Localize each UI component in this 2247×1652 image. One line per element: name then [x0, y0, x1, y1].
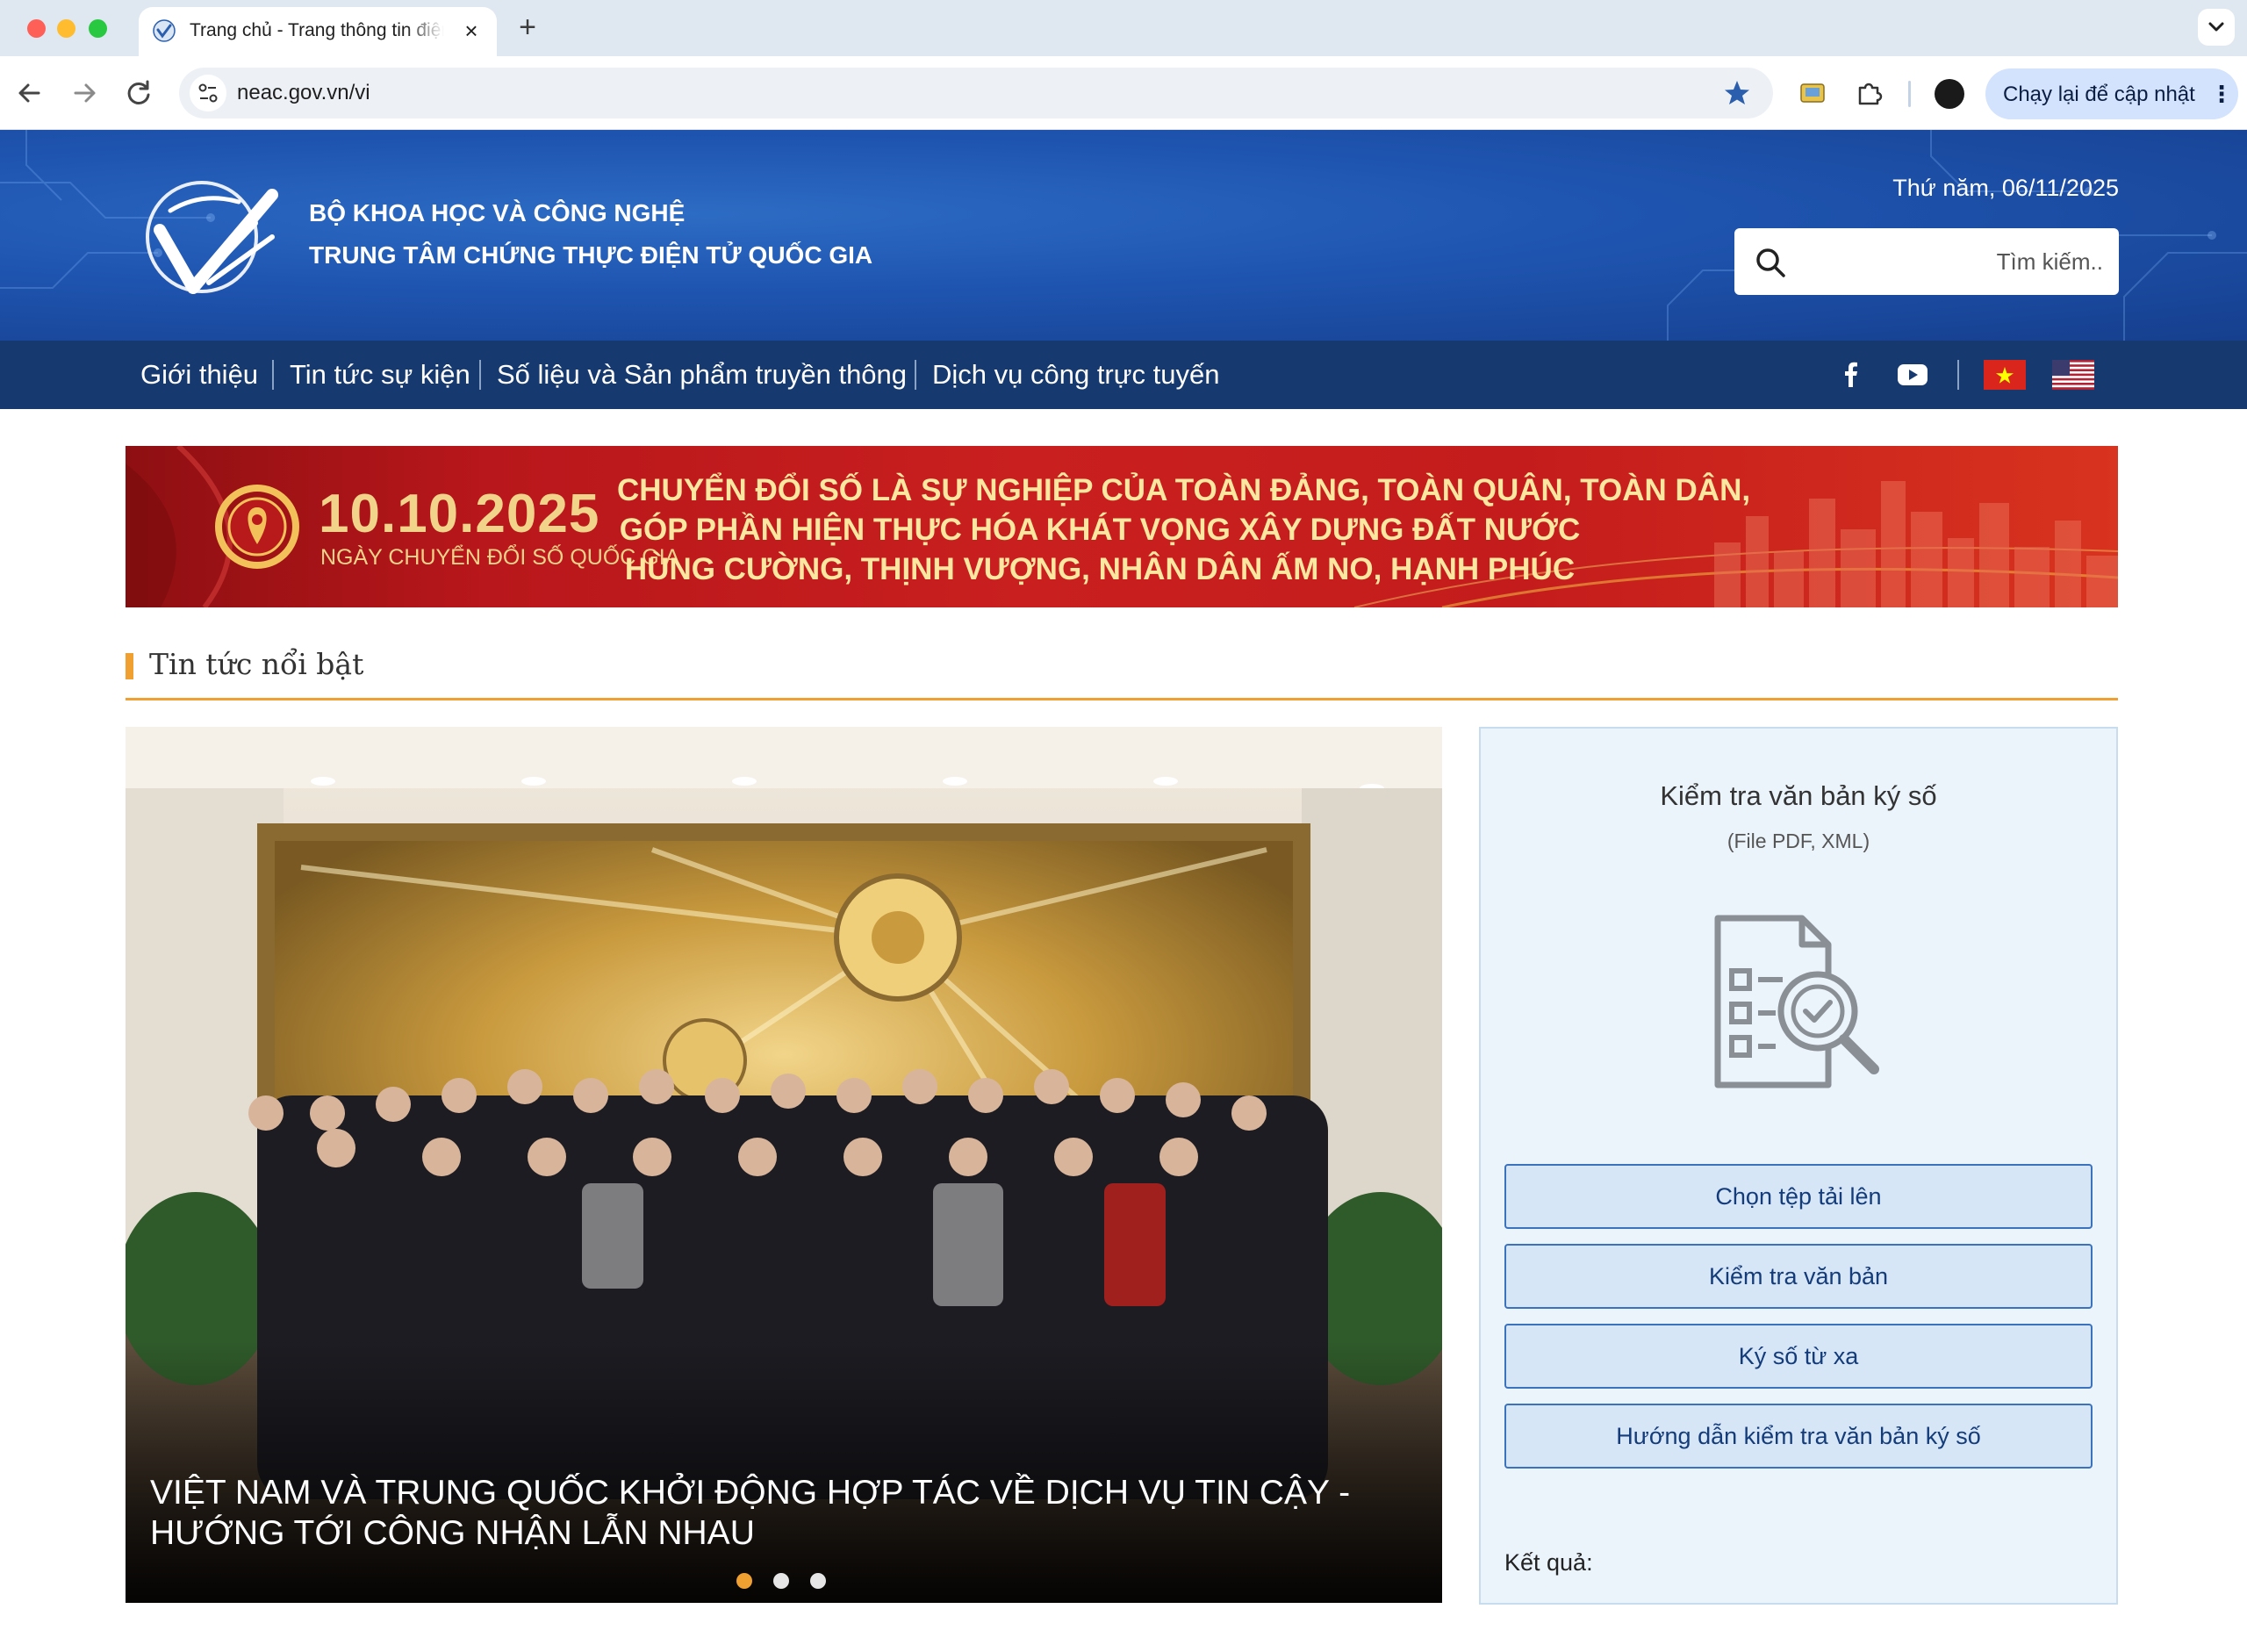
panel-title: Kiểm tra văn bản ký số	[1660, 780, 1937, 811]
tab-title: Trang chủ - Trang thông tin điện tử	[190, 20, 444, 40]
extension-icon[interactable]	[1796, 77, 1829, 111]
search-icon[interactable]	[1754, 246, 1787, 279]
section-accent-bar	[126, 653, 133, 679]
forward-arrow-icon[interactable]	[65, 74, 104, 112]
featured-news-caption[interactable]: VIỆT NAM VÀ TRUNG QUỐC KHỞI ĐỘNG HỢP TÁC…	[150, 1473, 1414, 1554]
vietnam-flag-icon[interactable]	[1984, 360, 2026, 390]
check-guide-button[interactable]: Hướng dẫn kiểm tra văn bản ký số	[1504, 1404, 2093, 1469]
site-info-button[interactable]	[190, 75, 226, 111]
org-name-center: TRUNG TÂM CHỨNG THỰC ĐIỆN TỬ QUỐC GIA	[309, 241, 873, 269]
close-window-button[interactable]	[27, 19, 46, 38]
section-title-featured-news: Tin tức nổi bật	[149, 647, 364, 681]
city-skyline-graphic	[1714, 481, 2118, 607]
nav-item-so-lieu[interactable]: Số liệu và Sản phẩm truyền thông	[497, 358, 907, 391]
browser-tab-active[interactable]: Trang chủ - Trang thông tin điện tử ×	[139, 7, 497, 56]
maximize-window-button[interactable]	[89, 19, 107, 38]
banner-slogan-line-2: GÓP PHẦN HIỆN THỰC HÓA KHÁT VỌNG XÂY DỰN…	[619, 513, 1581, 547]
digital-transformation-banner[interactable]: 10.10.2025 NGÀY CHUYỂN ĐỔI SỐ QUỐC GIA C…	[126, 446, 2118, 607]
national-digital-day-emblem	[215, 485, 299, 569]
facebook-icon[interactable]	[1834, 358, 1868, 391]
section-divider	[126, 698, 2118, 700]
digital-signature-check-panel: Kiểm tra văn bản ký số (File PDF, XML) C…	[1479, 727, 2118, 1605]
nav-separator	[915, 360, 916, 390]
close-tab-icon[interactable]: ×	[458, 18, 485, 44]
main-navigation: Giới thiệu Tin tức sự kiện Số liệu và Sả…	[0, 341, 2247, 409]
neac-logo-icon	[153, 19, 176, 42]
featured-news-photo	[126, 727, 1442, 1603]
more-options-icon[interactable]: ⋮	[2210, 81, 2233, 107]
current-date: Thứ năm, 06/11/2025	[1892, 175, 2119, 201]
search-input[interactable]	[1801, 241, 2103, 283]
bookmark-star-icon[interactable]	[1722, 78, 1752, 108]
url-text: neac.gov.vn/vi	[237, 81, 370, 104]
nav-item-gioi-thieu[interactable]: Giới thiệu	[140, 358, 258, 391]
browser-tabstrip: Trang chủ - Trang thông tin điện tử × +	[0, 0, 2247, 56]
nav-separator	[1957, 360, 1959, 390]
toolbar-divider	[1908, 81, 1911, 107]
new-tab-icon[interactable]: +	[511, 11, 544, 44]
update-button-label: Chạy lại để cập nhật	[2003, 83, 2195, 106]
tab-search-button[interactable]	[2198, 9, 2235, 46]
nav-separator	[479, 360, 481, 390]
reload-icon[interactable]	[119, 74, 158, 112]
banner-slogan-line-3: HÙNG CƯỜNG, THỊNH VƯỢNG, NHÂN DÂN ẤM NO,…	[624, 552, 1576, 586]
puzzle-extensions-icon[interactable]	[1852, 77, 1885, 111]
update-relaunch-button[interactable]: Chạy lại để cập nhật ⋮	[1985, 68, 2238, 119]
choose-file-button[interactable]: Chọn tệp tải lên	[1504, 1164, 2093, 1229]
banner-slogan-line-1: CHUYỂN ĐỔI SỐ LÀ SỰ NGHIỆP CỦA TOÀN ĐẢNG…	[617, 473, 1751, 507]
result-label: Kết quả:	[1504, 1549, 1593, 1576]
site-header: BỘ KHOA HỌC VÀ CÔNG NGHỆ TRUNG TÂM CHỨNG…	[0, 130, 2247, 341]
neac-logo	[146, 181, 278, 294]
address-bar[interactable]: neac.gov.vn/vi	[179, 68, 1773, 119]
youtube-icon[interactable]	[1896, 358, 1929, 391]
remote-sign-button[interactable]: Ký số từ xa	[1504, 1324, 2093, 1389]
org-name-ministry: BỘ KHOA HỌC VÀ CÔNG NGHỆ	[309, 199, 686, 226]
us-flag-icon[interactable]	[2052, 360, 2094, 390]
profile-avatar[interactable]	[1935, 79, 1964, 109]
carousel-dot-1[interactable]	[736, 1573, 752, 1589]
panel-subtitle: (File PDF, XML)	[1727, 830, 1870, 852]
featured-news-slide[interactable]: VIỆT NAM VÀ TRUNG QUỐC KHỞI ĐỘNG HỢP TÁC…	[126, 727, 1442, 1603]
document-check-icon	[1714, 915, 1879, 1088]
site-search-box	[1734, 228, 2119, 295]
check-document-button[interactable]: Kiểm tra văn bản	[1504, 1244, 2093, 1309]
nav-separator	[272, 360, 274, 390]
tune-icon	[198, 83, 218, 103]
nav-item-tin-tuc[interactable]: Tin tức sự kiện	[290, 358, 470, 391]
browser-toolbar: neac.gov.vn/vi Chạy lại để cập nhật ⋮	[0, 56, 2247, 130]
back-arrow-icon[interactable]	[11, 74, 49, 112]
chevron-down-icon	[2208, 22, 2224, 32]
carousel-dot-2[interactable]	[773, 1573, 789, 1589]
carousel-dot-3[interactable]	[810, 1573, 826, 1589]
minimize-window-button[interactable]	[57, 19, 75, 38]
nav-item-dich-vu-cong[interactable]: Dịch vụ công trực tuyến	[932, 358, 1219, 391]
banner-date: 10.10.2025	[319, 484, 600, 544]
